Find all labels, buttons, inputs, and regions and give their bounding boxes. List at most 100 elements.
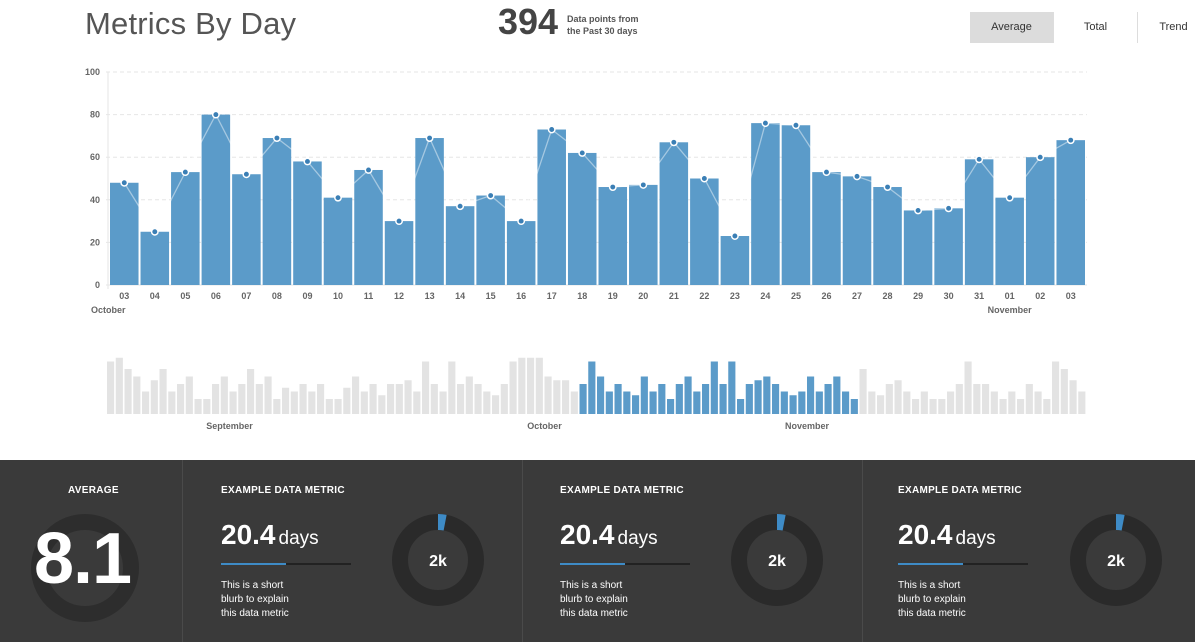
- overview-range-chart[interactable]: September October November: [0, 330, 1195, 440]
- data-point: [1066, 136, 1075, 145]
- data-point: [639, 180, 648, 189]
- overview-bar: [299, 384, 307, 414]
- overview-bar: [343, 387, 351, 414]
- data-point: [1036, 153, 1045, 162]
- blurb-line: blurb to explain: [560, 594, 628, 605]
- y-tick-label: 100: [85, 67, 100, 77]
- data-point: [303, 157, 312, 166]
- x-tick-label: 25: [791, 291, 801, 301]
- metric-label: EXAMPLE DATA METRIC: [560, 485, 684, 496]
- overview-bar: [404, 380, 412, 414]
- chart-bar: [903, 210, 933, 285]
- data-point: [334, 193, 342, 202]
- overview-bar: [885, 384, 893, 414]
- metric-progress-bar: [560, 563, 690, 565]
- month-label: November: [988, 305, 1033, 315]
- y-tick-label: 40: [90, 195, 100, 205]
- overview-bar: [544, 376, 552, 414]
- chart-bar: [384, 221, 414, 285]
- daily-metrics-chart: 02040608010003 04 05 06 07 08 09 10 11 12 13 14 15 16…: [85, 67, 1087, 315]
- overview-bar: [745, 384, 753, 414]
- chart-bar: [659, 142, 689, 285]
- month-label: October: [91, 305, 126, 315]
- data-point: [456, 202, 465, 211]
- overview-bar: [430, 384, 438, 414]
- overview-bar: [308, 391, 316, 414]
- overview-bar: [964, 361, 972, 414]
- metric-unit: days: [955, 528, 996, 549]
- overview-bar: [395, 384, 403, 414]
- overview-bar: [1043, 399, 1051, 414]
- data-point: [608, 183, 617, 191]
- overview-bar: [772, 384, 780, 414]
- data-point: [761, 119, 770, 128]
- overview-bar: [579, 384, 587, 414]
- overview-bar: [264, 376, 272, 414]
- metric-cell-2: EXAMPLE DATA METRIC 20.4 days This is a s…: [523, 460, 863, 642]
- overview-bar: [632, 395, 640, 414]
- overview-bar: [990, 391, 998, 414]
- metric-donut: 2k: [392, 514, 484, 606]
- overview-month-label: November: [785, 421, 830, 431]
- overview-bar: [649, 391, 657, 414]
- x-tick-label: 29: [913, 291, 923, 301]
- blurb-line: blurb to explain: [221, 594, 289, 605]
- overview-bar: [999, 399, 1007, 414]
- chart-bar: [1025, 157, 1055, 285]
- overview-bar: [719, 384, 727, 414]
- chart-bar: [262, 138, 292, 285]
- overview-bar: [693, 391, 701, 414]
- chart-bar: [445, 206, 475, 285]
- overview-bar: [107, 361, 115, 414]
- data-point: [364, 166, 373, 174]
- overview-bar: [1078, 391, 1086, 414]
- x-tick-label: 16: [516, 291, 526, 301]
- chart-bar: [842, 176, 872, 285]
- x-tick-label: 23: [730, 291, 740, 301]
- x-tick-label: 18: [577, 291, 587, 301]
- overview-bar: [448, 361, 456, 414]
- overview-bar: [535, 357, 543, 414]
- overview-bar: [203, 399, 211, 414]
- blurb-line: This is a short: [221, 580, 284, 591]
- overview-bar: [1034, 391, 1042, 414]
- overview-bar: [868, 391, 876, 414]
- x-tick-label: 04: [150, 291, 160, 301]
- summary-panel: AVERAGE 8.1 EXAMPLE DATA METRIC 20.4 days…: [0, 460, 1195, 642]
- overview-bar: [789, 395, 797, 414]
- overview-bar: [684, 376, 692, 414]
- overview-bar: [675, 384, 683, 414]
- x-tick-label: 02: [1035, 291, 1045, 301]
- overview-bar: [1008, 391, 1016, 414]
- overview-bar: [754, 380, 762, 414]
- data-point: [242, 170, 251, 179]
- chart-bar: [812, 172, 841, 285]
- chart-bar: [537, 129, 566, 285]
- data-point: [181, 168, 190, 177]
- metric-label: EXAMPLE DATA METRIC: [898, 485, 1022, 496]
- overview-bar: [640, 376, 648, 414]
- overview-bar: [877, 395, 885, 414]
- x-tick-label: 20: [638, 291, 648, 301]
- overview-bar: [1052, 361, 1060, 414]
- overview-bar: [737, 399, 745, 414]
- overview-bar: [570, 391, 578, 414]
- chart-bar: [598, 187, 628, 285]
- metric-progress-bar: [221, 563, 351, 565]
- overview-bar: [1017, 399, 1025, 414]
- metric-blurb: This is a short blurb to explain this da…: [560, 579, 680, 621]
- chart-bar: [964, 159, 994, 285]
- chart-bar: [476, 195, 505, 285]
- x-tick-label: 17: [547, 291, 557, 301]
- overview-bar: [317, 384, 325, 414]
- chart-bar: [293, 161, 322, 285]
- x-tick-label: 09: [302, 291, 312, 301]
- overview-bar: [588, 361, 596, 414]
- overview-month-label: October: [527, 421, 562, 431]
- chart-bar: [934, 208, 963, 285]
- overview-bar: [474, 384, 482, 414]
- overview-bar: [947, 391, 955, 414]
- x-tick-label: 06: [211, 291, 221, 301]
- chart-bar: [690, 178, 719, 285]
- data-point: [853, 172, 861, 181]
